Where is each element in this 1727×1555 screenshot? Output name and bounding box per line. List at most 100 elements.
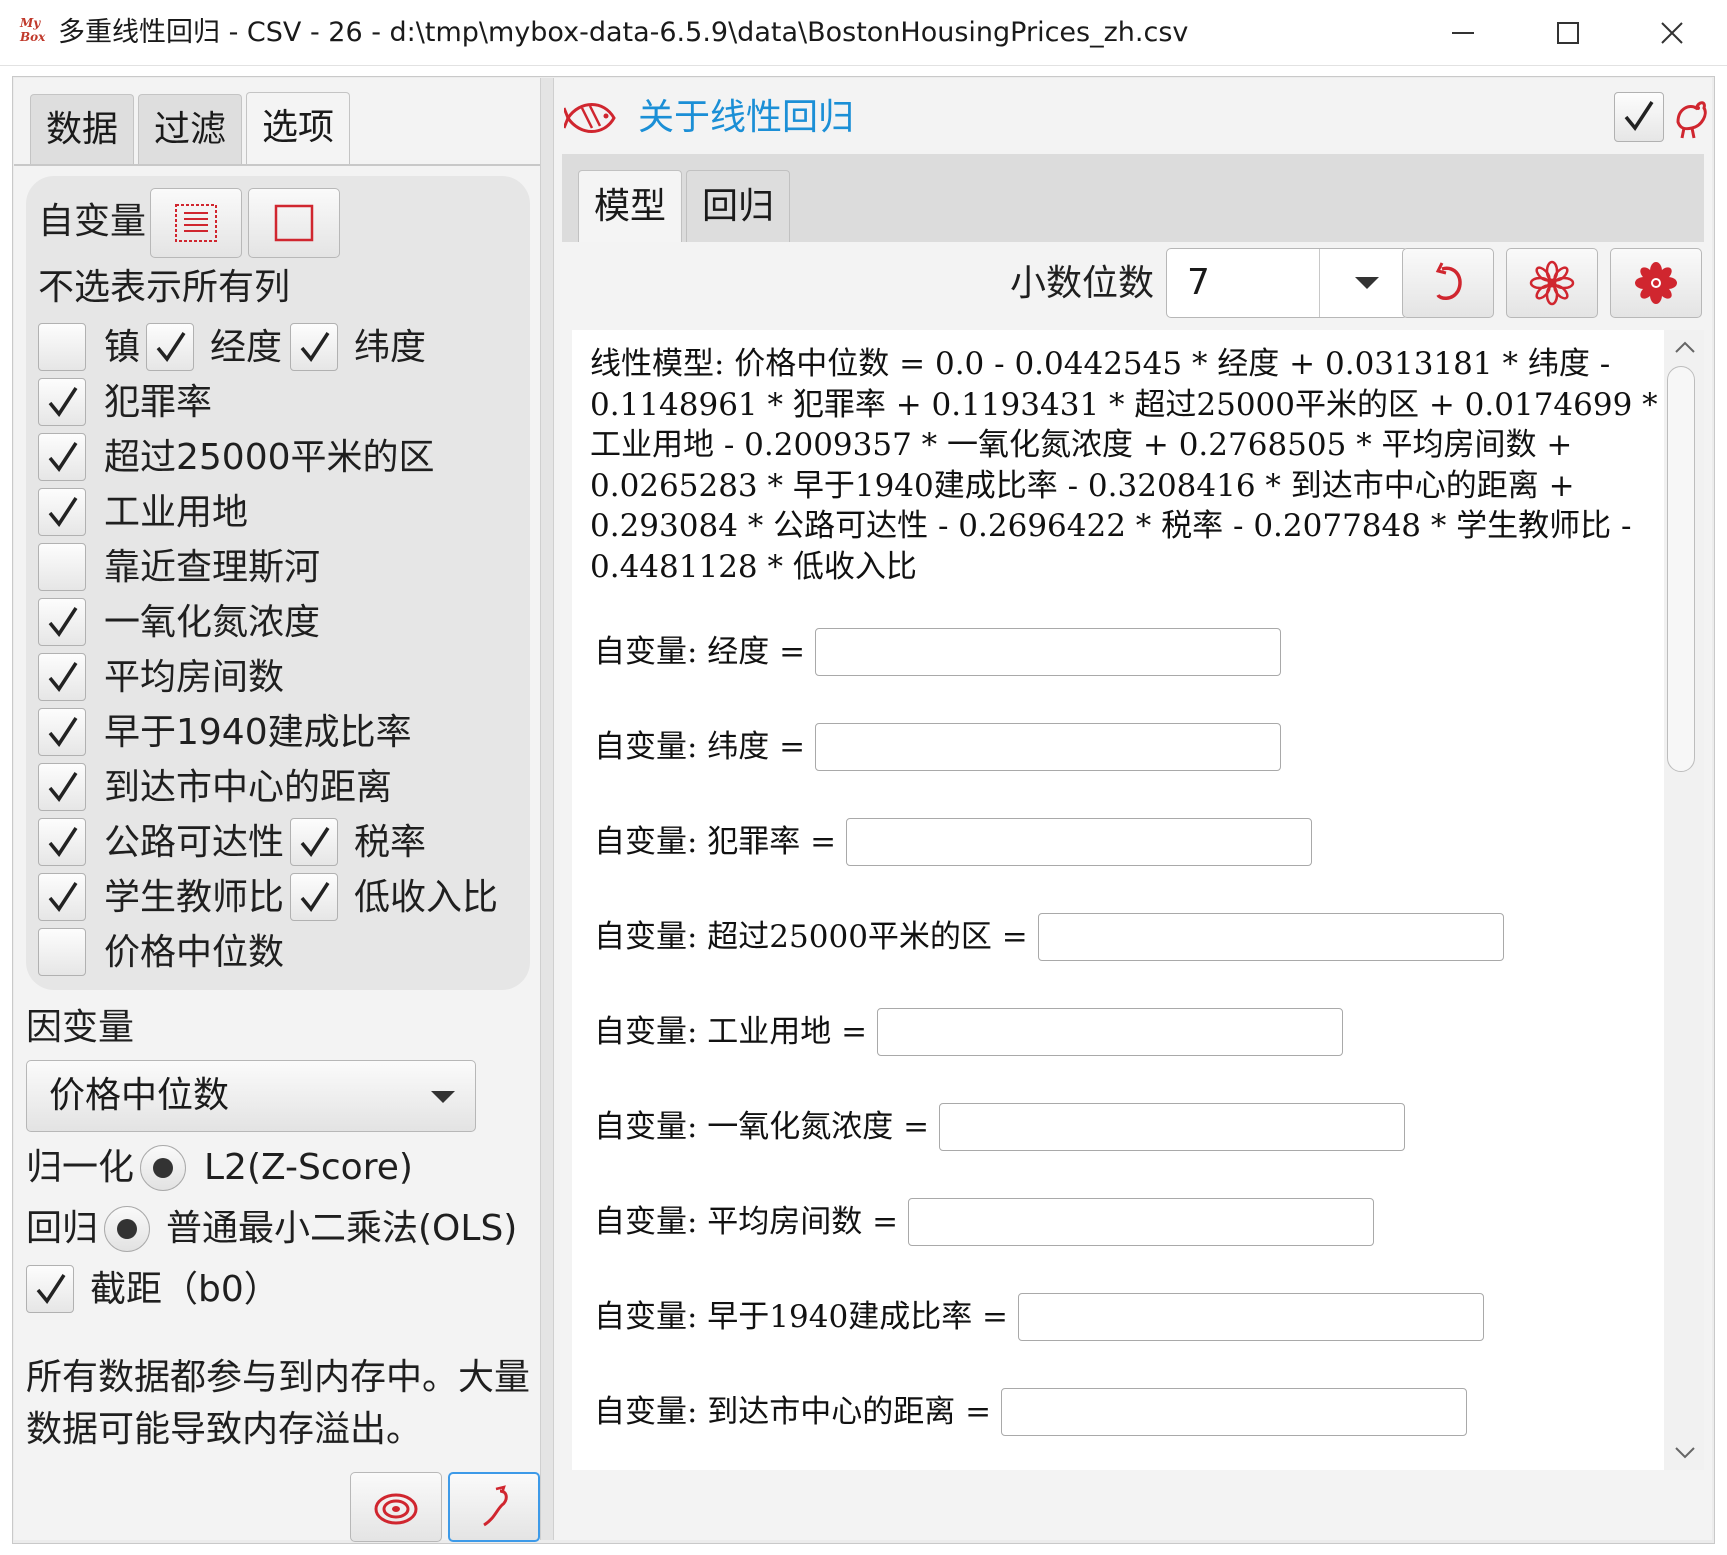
checkmark-icon: [300, 882, 330, 912]
normalize-label: 归一化: [26, 1147, 135, 1188]
checkmark-icon: [48, 717, 78, 747]
variable-input-label: 自变量: 到达市中心的距离 =: [594, 1394, 992, 1430]
intercept-checkbox[interactable]: [26, 1265, 74, 1313]
variable-input-label: 自变量: 超过25000平米的区 =: [594, 919, 1028, 955]
column-checkbox-label: 到达市中心的距离: [104, 767, 393, 808]
dependent-select[interactable]: 价格中位数: [26, 1060, 476, 1132]
tab-filter[interactable]: 过滤: [138, 94, 242, 164]
tab-options[interactable]: 选项: [246, 92, 350, 166]
column-checkbox-label: 早于1940建成比率: [104, 712, 412, 753]
about-link[interactable]: 关于线性回归: [638, 96, 854, 140]
app-logo: My Box: [20, 16, 46, 44]
panel-splitter[interactable]: [540, 78, 554, 1540]
select-none-button[interactable]: [248, 188, 340, 258]
scroll-thumb[interactable]: [1667, 366, 1695, 772]
clear-icon: [374, 1493, 418, 1525]
flower-filled-button[interactable]: [1610, 248, 1702, 318]
column-checkbox-label: 低收入比: [354, 877, 499, 918]
column-checkbox[interactable]: [290, 818, 338, 866]
model-content: 线性模型: 价格中位数 = 0.0 - 0.0442545 * 经度 + 0.0…: [572, 330, 1664, 1470]
intercept-label: 截距（b0）: [90, 1269, 280, 1310]
scale-label: 小数位数: [1010, 263, 1155, 304]
column-checkbox[interactable]: [38, 763, 86, 811]
column-checkbox[interactable]: [146, 323, 194, 371]
column-checkbox[interactable]: [290, 323, 338, 371]
memory-note: 所有数据都参与到内存中。大量数据可能导致内存溢出。: [26, 1357, 531, 1450]
column-checkbox-label: 学生教师比: [104, 877, 285, 918]
refresh-button[interactable]: [1402, 248, 1494, 318]
chevron-down-icon: [1355, 277, 1379, 289]
start-button[interactable]: [448, 1472, 540, 1542]
variable-value-input[interactable]: [846, 818, 1313, 866]
column-checkbox-label: 工业用地: [104, 492, 249, 533]
scale-select[interactable]: 7: [1166, 248, 1408, 318]
close-button[interactable]: [1620, 0, 1724, 66]
clear-button[interactable]: [350, 1472, 442, 1542]
variable-input-label: 自变量: 早于1940建成比率 =: [594, 1299, 1009, 1335]
column-checkbox[interactable]: [38, 433, 86, 481]
column-checkbox[interactable]: [38, 708, 86, 756]
variable-value-input[interactable]: [908, 1198, 1375, 1246]
column-checkbox[interactable]: [38, 488, 86, 536]
tab-regression[interactable]: 回归: [686, 170, 790, 242]
flower-filled-icon: [1635, 262, 1677, 304]
refresh-icon: [1435, 262, 1462, 300]
window-title: 多重线性回归 - CSV - 26 - d:\tmp\mybox-data-6.…: [58, 17, 1189, 48]
variable-value-input[interactable]: [1001, 1388, 1468, 1436]
tab-model[interactable]: 模型: [578, 170, 682, 242]
variable-input-label: 自变量: 工业用地 =: [594, 1014, 868, 1050]
column-checkbox[interactable]: [38, 598, 86, 646]
checkmark-icon: [156, 332, 186, 362]
column-checkbox-label: 公路可达性: [104, 822, 285, 863]
scroll-up-icon[interactable]: [1674, 340, 1696, 354]
variable-input-label: 自变量: 经度 =: [594, 634, 806, 670]
column-checkbox[interactable]: [38, 818, 86, 866]
checkmark-icon: [48, 607, 78, 637]
column-checkbox-label: 平均房间数: [104, 657, 285, 698]
normalize-radio[interactable]: [140, 1145, 186, 1191]
column-checkbox[interactable]: [38, 653, 86, 701]
rooster-icon[interactable]: [1670, 94, 1710, 140]
column-checkbox-label: 镇: [104, 327, 141, 368]
minimize-button[interactable]: [1412, 0, 1516, 66]
flower-outline-button[interactable]: [1506, 248, 1598, 318]
column-checkbox-label: 犯罪率: [104, 382, 213, 423]
tab-data[interactable]: 数据: [30, 94, 134, 164]
checkmark-icon: [48, 387, 78, 417]
regression-option-label: 普通最小二乘法(OLS): [166, 1208, 518, 1249]
variable-value-input[interactable]: [815, 628, 1282, 676]
checkmark-icon: [1624, 101, 1654, 131]
column-checkbox[interactable]: [38, 378, 86, 426]
column-checkbox-label: 靠近查理斯河: [104, 547, 321, 588]
corner-checkbox[interactable]: [1614, 92, 1664, 142]
maximize-icon: [1557, 22, 1579, 44]
select-all-icon: [175, 204, 217, 242]
variable-input-label: 自变量: 犯罪率 =: [594, 824, 837, 860]
column-checkbox-label: 税率: [354, 822, 427, 863]
column-checkbox-label: 纬度: [354, 327, 427, 368]
scale-select-value: 7: [1187, 262, 1210, 303]
dependent-select-value: 价格中位数: [49, 1075, 230, 1116]
variable-input-label: 自变量: 一氧化氮浓度 =: [594, 1109, 930, 1145]
checkmark-icon: [300, 332, 330, 362]
column-checkbox[interactable]: [290, 873, 338, 921]
maximize-button[interactable]: [1516, 0, 1620, 66]
variable-value-input[interactable]: [815, 723, 1282, 771]
regression-label: 回归: [26, 1208, 99, 1249]
variable-value-input[interactable]: [1018, 1293, 1485, 1341]
column-checkbox[interactable]: [38, 873, 86, 921]
variable-value-input[interactable]: [1037, 913, 1504, 961]
select-all-button[interactable]: [150, 188, 242, 258]
linear-model-text: 线性模型: 价格中位数 = 0.0 - 0.0442545 * 经度 + 0.0…: [590, 346, 1658, 585]
column-checkbox-label: 超过25000平米的区: [104, 437, 435, 478]
variable-value-input[interactable]: [939, 1103, 1406, 1151]
regression-radio[interactable]: [104, 1206, 150, 1252]
variable-value-input[interactable]: [877, 1008, 1344, 1056]
start-icon: [483, 1485, 508, 1527]
column-checkbox[interactable]: [38, 323, 86, 371]
scroll-down-icon[interactable]: [1674, 1446, 1696, 1460]
column-checkbox[interactable]: [38, 543, 86, 591]
close-icon: [1661, 22, 1683, 44]
column-checkbox[interactable]: [38, 928, 86, 976]
checkmark-icon: [36, 1274, 66, 1304]
